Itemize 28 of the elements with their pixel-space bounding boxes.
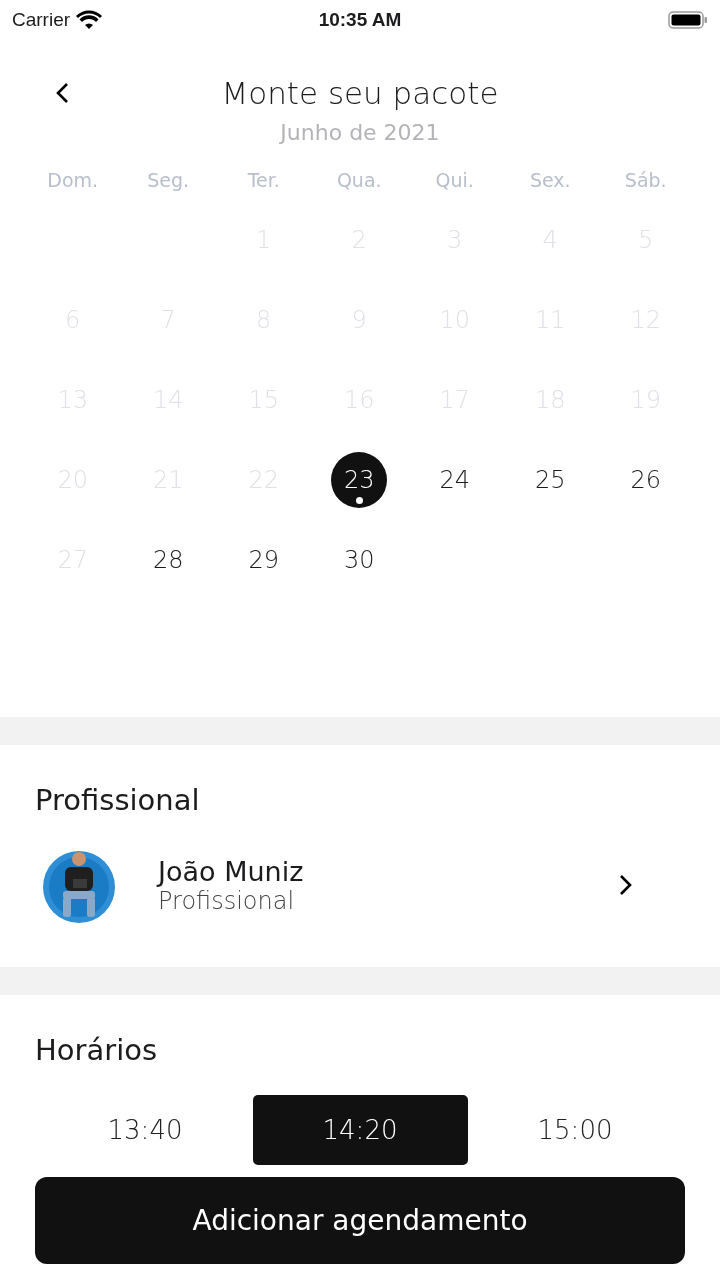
weekday-label: Qui. [434, 168, 475, 193]
carrier-label: Carrier [12, 9, 71, 31]
weekday-label: Ter. [246, 168, 281, 193]
calendar-day[interactable]: 30 [331, 532, 388, 588]
wifi-icon [76, 10, 103, 30]
section-heading: Profissional [35, 783, 201, 817]
section-heading: Horários [35, 1033, 159, 1067]
battery-icon [668, 10, 708, 30]
weekday-label: Dom. [46, 168, 100, 193]
professional-role: Profissional [158, 886, 296, 915]
weekday-label: Sáb. [623, 168, 668, 193]
time-slot[interactable]: 15:00 [467, 1095, 683, 1165]
time-slot[interactable]: 14:20 [252, 1095, 468, 1165]
page-title: Monte seu pacote [221, 75, 499, 111]
weekday-label: Sex. [528, 168, 572, 193]
calendar-day[interactable]: 24 [426, 452, 483, 508]
month-label: Junho de 2021 [280, 120, 440, 145]
calendar-day[interactable]: 25 [522, 452, 579, 508]
add-appointment-button[interactable]: Adicionar agendamento [35, 1177, 685, 1264]
calendar-day[interactable]: 23 [331, 452, 388, 508]
weekday-label: Seg. [146, 168, 191, 193]
clock-time: 10:35 AM [318, 9, 402, 31]
weekday-label: Qua. [335, 168, 383, 193]
calendar-day[interactable]: 29 [235, 532, 292, 588]
time-slot[interactable]: 13:40 [37, 1095, 253, 1165]
calendar-day[interactable]: 28 [140, 532, 197, 588]
professional-name: João Muniz [158, 855, 304, 887]
calendar-day[interactable]: 26 [617, 452, 674, 508]
